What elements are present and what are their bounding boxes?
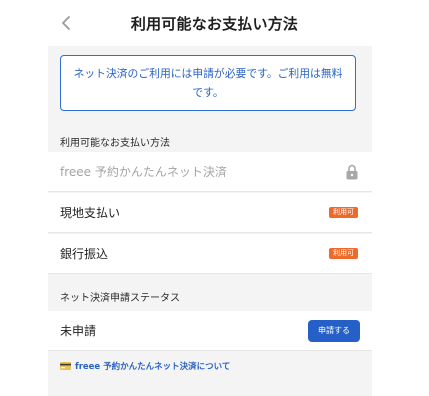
- page-title: 利用可能なお支払い方法: [130, 14, 299, 33]
- info-link-text: freee 予約かんたんネット決済について: [75, 362, 231, 372]
- header: 利用可能なお支払い方法: [0, 0, 429, 46]
- payment-item-onsite[interactable]: 現地支払い 利用可: [48, 193, 372, 233]
- info-link[interactable]: freee 予約かんたんネット決済について: [60, 360, 230, 372]
- notice-box: ネット決済のご利用には申請が必要です。ご利用は無料です。: [60, 55, 356, 111]
- payment-item-net-payment[interactable]: freee 予約かんたんネット決済: [48, 152, 372, 192]
- status-value: 未申請: [60, 324, 97, 338]
- payment-item-label: 銀行振込: [60, 247, 109, 261]
- page: 利用可能なお支払い方法 ネット決済のご利用には申請が必要です。ご利用は無料です。…: [0, 0, 429, 396]
- status-section-label: ネット決済申請ステータス: [60, 293, 180, 304]
- main-content: ネット決済のご利用には申請が必要です。ご利用は無料です。 利用可能なお支払い方法…: [48, 46, 372, 396]
- credit-card-icon: [60, 362, 71, 370]
- lock-icon: [346, 164, 358, 179]
- available-badge: 利用可: [329, 207, 358, 218]
- status-row: 未申請 申請する: [48, 311, 372, 351]
- payment-item-bank-transfer[interactable]: 銀行振込 利用可: [48, 234, 372, 274]
- notice-text: ネット決済のご利用には申請が必要です。ご利用は無料です。: [73, 67, 343, 99]
- apply-button[interactable]: 申請する: [308, 319, 360, 342]
- payment-item-label: freee 予約かんたんネット決済: [60, 165, 227, 179]
- available-badge: 利用可: [329, 248, 358, 259]
- back-button[interactable]: [56, 12, 76, 34]
- payment-section-label: 利用可能なお支払い方法: [60, 138, 170, 149]
- payment-item-label: 現地支払い: [60, 206, 121, 220]
- chevron-left-icon: [62, 16, 70, 30]
